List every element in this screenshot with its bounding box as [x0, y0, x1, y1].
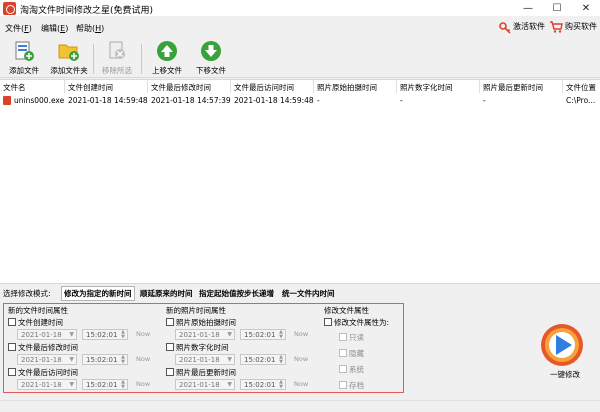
column-divider — [562, 80, 563, 93]
cell-file-name: unins000.exe — [14, 96, 65, 105]
photo-digitized-time[interactable]: 15:02:01 ▲ ▼ — [240, 354, 286, 365]
remove-icon — [109, 41, 125, 59]
new-photo-time-title: 新的照片时间属性 — [166, 306, 226, 315]
time-settings-panel: 新的文件时间属性 文件创建时间 2021-01-18 ▼ 15:02:01 ▲ ▼ N… — [3, 303, 404, 393]
file-attr-title: 修改文件属性 — [324, 306, 369, 315]
cell-location: C:\Pro... — [566, 96, 596, 105]
title-bar: 淘淘文件时间修改之星(免费试用) — ☐ ✕ — [0, 0, 600, 17]
mode-selector: 选择修改模式: 修改为指定的新时间 顺延原来的时间 指定起始值按步长递增 统一文… — [0, 286, 600, 301]
file-accessed-time[interactable]: 15:02:01 ▲ ▼ — [82, 379, 128, 390]
photo-taken-checkbox[interactable]: 照片原始拍摄时间 — [166, 317, 236, 328]
column-header-modified[interactable]: 文件最后修改时间 — [151, 82, 211, 93]
toolbar-separator — [141, 44, 142, 74]
apply-button-icon[interactable] — [540, 323, 584, 367]
add-file-button[interactable]: 添加文件 — [4, 40, 44, 76]
toolbar: 添加文件 添加文件夹 移除所选 上移文件 下移文件 — [0, 38, 600, 78]
column-header-photo-updated[interactable]: 照片最后更新时间 — [483, 82, 543, 93]
file-created-now-button[interactable]: Now — [136, 329, 152, 340]
column-divider — [396, 80, 397, 93]
column-divider — [147, 80, 148, 93]
column-divider — [479, 80, 480, 93]
file-accessed-now-button[interactable]: Now — [136, 379, 152, 390]
mode-option-shift-time[interactable]: 顺延原来的时间 — [140, 288, 193, 299]
column-divider — [313, 80, 314, 93]
column-divider — [64, 80, 65, 93]
file-modified-time[interactable]: 15:02:01 ▲ ▼ — [82, 354, 128, 365]
column-header-created[interactable]: 文件创建时间 — [68, 82, 113, 93]
cell-created: 2021-01-18 14:59:48 — [68, 96, 148, 105]
file-modified-now-button[interactable]: Now — [136, 354, 152, 365]
photo-digitized-now-button[interactable]: Now — [294, 354, 310, 365]
cart-icon — [550, 21, 563, 33]
photo-taken-date[interactable]: 2021-01-18 ▼ — [175, 329, 235, 340]
file-created-checkbox[interactable]: 文件创建时间 — [8, 317, 63, 328]
file-created-time[interactable]: 15:02:01 ▲ ▼ — [82, 329, 128, 340]
photo-updated-now-button[interactable]: Now — [294, 379, 310, 390]
modify-file-attr-checkbox[interactable]: 修改文件属性为: — [324, 317, 389, 328]
photo-updated-checkbox[interactable]: 照片最后更新时间 — [166, 367, 236, 378]
add-folder-button[interactable]: 添加文件夹 — [48, 40, 90, 76]
key-icon — [499, 22, 511, 34]
menu-edit[interactable]: 编辑(E) — [41, 23, 68, 34]
attr-readonly-checkbox[interactable]: 只读 — [339, 332, 364, 343]
photo-updated-time[interactable]: 15:02:01 ▲ ▼ — [240, 379, 286, 390]
toolbar-separator — [93, 44, 94, 74]
move-down-button[interactable]: 下移文件 — [191, 40, 231, 76]
cell-photo-updated: - — [483, 96, 486, 105]
window-title: 淘淘文件时间修改之星(免费试用) — [20, 6, 154, 16]
attr-archive-checkbox[interactable]: 存档 — [339, 380, 364, 391]
activate-software-link[interactable]: 激活软件 — [513, 21, 545, 32]
file-accessed-checkbox[interactable]: 文件最后访问时间 — [8, 367, 78, 378]
maximize-button[interactable]: ☐ — [543, 0, 571, 17]
cell-photo-digitized: - — [400, 96, 403, 105]
cell-photo-taken: - — [317, 96, 320, 105]
attr-system-checkbox[interactable]: 系统 — [339, 364, 364, 375]
buy-software-link[interactable]: 购买软件 — [565, 21, 597, 32]
new-file-time-title: 新的文件时间属性 — [8, 306, 68, 315]
mode-option-new-time[interactable]: 修改为指定的新时间 — [61, 286, 135, 301]
column-header-photo-taken[interactable]: 照片原始拍摄时间 — [317, 82, 377, 93]
menu-file[interactable]: 文件(F) — [5, 23, 32, 34]
photo-taken-time[interactable]: 15:02:01 ▲ ▼ — [240, 329, 286, 340]
column-header-location[interactable]: 文件位置 — [566, 82, 596, 93]
column-header-name[interactable]: 文件名 — [3, 82, 26, 93]
mode-option-unify-time[interactable]: 统一文件内时间 — [282, 288, 335, 299]
photo-updated-date[interactable]: 2021-01-18 ▼ — [175, 379, 235, 390]
column-header-accessed[interactable]: 文件最后访问时间 — [234, 82, 294, 93]
attr-hidden-checkbox[interactable]: 隐藏 — [339, 348, 364, 359]
mode-label: 选择修改模式: — [3, 289, 51, 298]
apply-button-label[interactable]: 一键修改 — [535, 369, 595, 380]
photo-taken-now-button[interactable]: Now — [294, 329, 310, 340]
cell-modified: 2021-01-18 14:57:39 — [151, 96, 231, 105]
menu-help[interactable]: 帮助(H) — [76, 23, 104, 34]
column-header-photo-digitized[interactable]: 照片数字化时间 — [400, 82, 453, 93]
arrow-down-icon — [201, 41, 221, 61]
file-table[interactable]: 文件名 文件创建时间 文件最后修改时间 文件最后访问时间 照片原始拍摄时间 照片… — [0, 79, 600, 284]
exe-file-icon — [3, 96, 11, 105]
arrow-up-icon — [157, 41, 177, 61]
mode-option-step-increment[interactable]: 指定起始值按步长递增 — [199, 288, 274, 299]
file-modified-date[interactable]: 2021-01-18 ▼ — [17, 354, 77, 365]
add-file-icon — [15, 41, 34, 61]
photo-digitized-date[interactable]: 2021-01-18 ▼ — [175, 354, 235, 365]
file-accessed-date[interactable]: 2021-01-18 ▼ — [17, 379, 77, 390]
column-divider — [230, 80, 231, 93]
close-button[interactable]: ✕ — [572, 0, 600, 17]
move-up-button[interactable]: 上移文件 — [147, 40, 187, 76]
file-modified-checkbox[interactable]: 文件最后修改时间 — [8, 342, 78, 353]
photo-digitized-checkbox[interactable]: 照片数字化时间 — [166, 342, 229, 353]
cell-accessed: 2021-01-18 14:59:48 — [234, 96, 314, 105]
minimize-button[interactable]: — — [514, 0, 542, 17]
status-bar — [0, 400, 600, 412]
app-icon — [3, 2, 16, 15]
remove-selected-button[interactable]: 移除所选 — [97, 40, 137, 76]
add-folder-icon — [58, 44, 79, 61]
file-created-date[interactable]: 2021-01-18 ▼ — [17, 329, 77, 340]
